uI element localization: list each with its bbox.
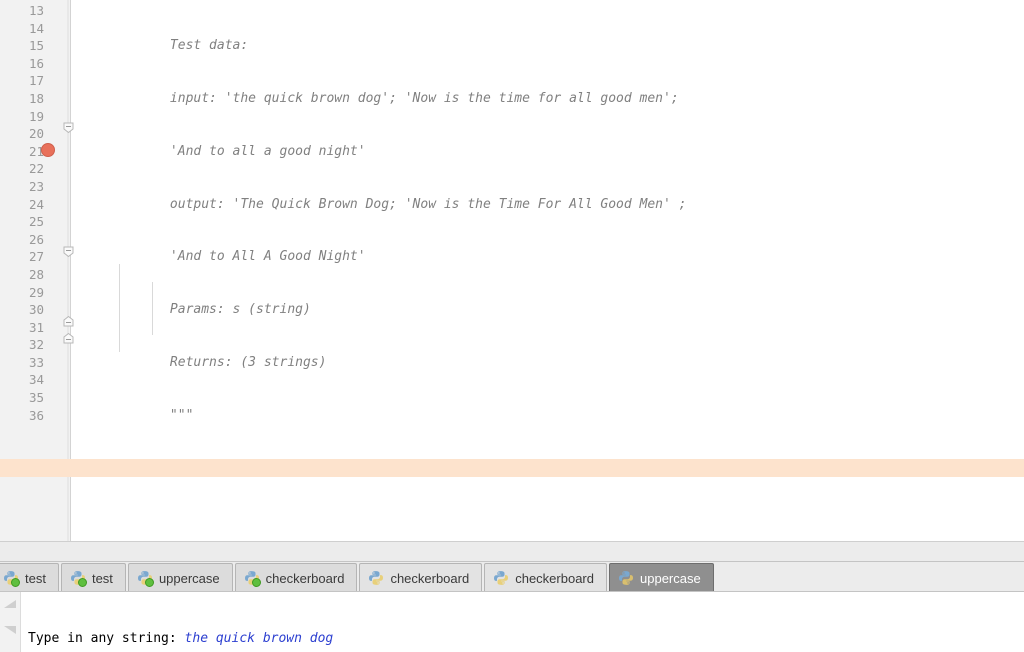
line-number: 36 (0, 407, 46, 425)
code-comment: """ (76, 408, 193, 423)
python-icon (3, 570, 19, 586)
tab-checkerboard-1[interactable]: checkerboard (235, 563, 358, 592)
tab-uppercase-1[interactable]: uppercase (128, 563, 233, 592)
code-line[interactable]: input: 'the quick brown dog'; 'Now is th… (72, 90, 1024, 108)
line-number: 19 (0, 108, 46, 126)
python-icon (137, 570, 153, 586)
tab-label: uppercase (640, 571, 701, 586)
line-number: 21 (0, 143, 46, 161)
code-comment: Params: s (string) (76, 302, 311, 317)
code-empty (76, 460, 84, 475)
tab-uppercase-active[interactable]: uppercase (609, 563, 714, 592)
line-number: 31 (0, 319, 46, 337)
code-comment: Returns: (3 strings) (76, 355, 326, 370)
tab-test-1[interactable]: test (0, 563, 59, 592)
console-output: Type in any string: the quick brown dog … (28, 595, 1024, 652)
python-icon (368, 570, 384, 586)
tabstrip-spacer (0, 542, 1024, 562)
running-indicator-dot (145, 578, 154, 587)
code-comment: 'And to All A Good Night' (76, 249, 366, 264)
indent-guide (152, 282, 153, 335)
code-line[interactable]: Returns: (3 strings) (72, 354, 1024, 372)
code-comment: 'And to all a good night' (76, 144, 366, 159)
code-line[interactable]: """ (72, 407, 1024, 425)
line-number: 15 (0, 37, 46, 55)
code-editor[interactable]: 13 14 15 16 17 18 19 20 21 22 23 24 25 2… (0, 0, 1024, 541)
running-indicator-dot (11, 578, 20, 587)
line-number: 28 (0, 266, 46, 284)
code-line[interactable]: Test data: (72, 37, 1024, 55)
line-number: 27 (0, 248, 46, 266)
python-icon (70, 570, 86, 586)
triangle-up-icon[interactable] (3, 595, 17, 606)
line-number: 33 (0, 354, 46, 372)
code-text-area[interactable]: Test data: input: 'the quick brown dog';… (72, 0, 1024, 541)
code-line[interactable]: Params: s (string) (72, 301, 1024, 319)
run-console[interactable]: Type in any string: the quick brown dog … (0, 591, 1024, 652)
line-number: 13 (0, 2, 46, 20)
tab-label: checkerboard (390, 571, 469, 586)
code-comment: input: 'the quick brown dog'; 'Now is th… (76, 91, 679, 106)
code-line[interactable]: 'And to All A Good Night' (72, 248, 1024, 266)
python-icon (493, 570, 509, 586)
tab-checkerboard-3[interactable]: checkerboard (484, 563, 607, 592)
line-number: 35 (0, 389, 46, 407)
running-indicator-dot (78, 578, 87, 587)
line-number: 14 (0, 20, 46, 38)
breakpoint-marker[interactable] (41, 143, 55, 157)
run-tabs-strip[interactable]: test test (0, 541, 1024, 592)
python-icon (618, 570, 634, 586)
line-number: 30 (0, 301, 46, 319)
tab-label: uppercase (159, 571, 220, 586)
tab-label: checkerboard (515, 571, 594, 586)
tab-label: test (92, 571, 113, 586)
ide-window: 13 14 15 16 17 18 19 20 21 22 23 24 25 2… (0, 0, 1024, 651)
code-line-breakpoint[interactable] (0, 459, 1024, 477)
line-number: 18 (0, 90, 46, 108)
line-number: 22 (0, 160, 46, 178)
line-number: 29 (0, 284, 46, 302)
tab-list[interactable]: test test (0, 562, 716, 592)
triangle-down-icon[interactable] (3, 620, 17, 631)
console-prompt-text: Type in any string: (28, 631, 185, 646)
console-line-prompt: Type in any string: the quick brown dog (28, 630, 1024, 648)
line-number: 23 (0, 178, 46, 196)
code-line[interactable] (72, 512, 1024, 530)
code-empty (76, 513, 84, 528)
line-number: 20 (0, 125, 46, 143)
code-line[interactable]: 'And to all a good night' (72, 143, 1024, 161)
line-number: 16 (0, 55, 46, 73)
line-number: 17 (0, 72, 46, 90)
line-number-column: 13 14 15 16 17 18 19 20 21 22 23 24 25 2… (0, 0, 46, 424)
python-icon (244, 570, 260, 586)
code-comment: output: 'The Quick Brown Dog; 'Now is th… (76, 197, 686, 212)
tab-label: test (25, 571, 46, 586)
indent-guide (119, 264, 120, 352)
console-nav-buttons[interactable] (3, 595, 17, 645)
line-number: 24 (0, 196, 46, 214)
running-indicator-dot (252, 578, 261, 587)
console-user-input: the quick brown dog (185, 631, 334, 646)
line-number: 32 (0, 336, 46, 354)
line-number: 26 (0, 231, 46, 249)
code-line[interactable]: output: 'The Quick Brown Dog; 'Now is th… (72, 196, 1024, 214)
line-number: 25 (0, 213, 46, 231)
tab-label: checkerboard (266, 571, 345, 586)
tab-checkerboard-2[interactable]: checkerboard (359, 563, 482, 592)
line-number: 34 (0, 371, 46, 389)
code-comment: Test data: (76, 38, 248, 53)
tab-test-2[interactable]: test (61, 563, 126, 592)
